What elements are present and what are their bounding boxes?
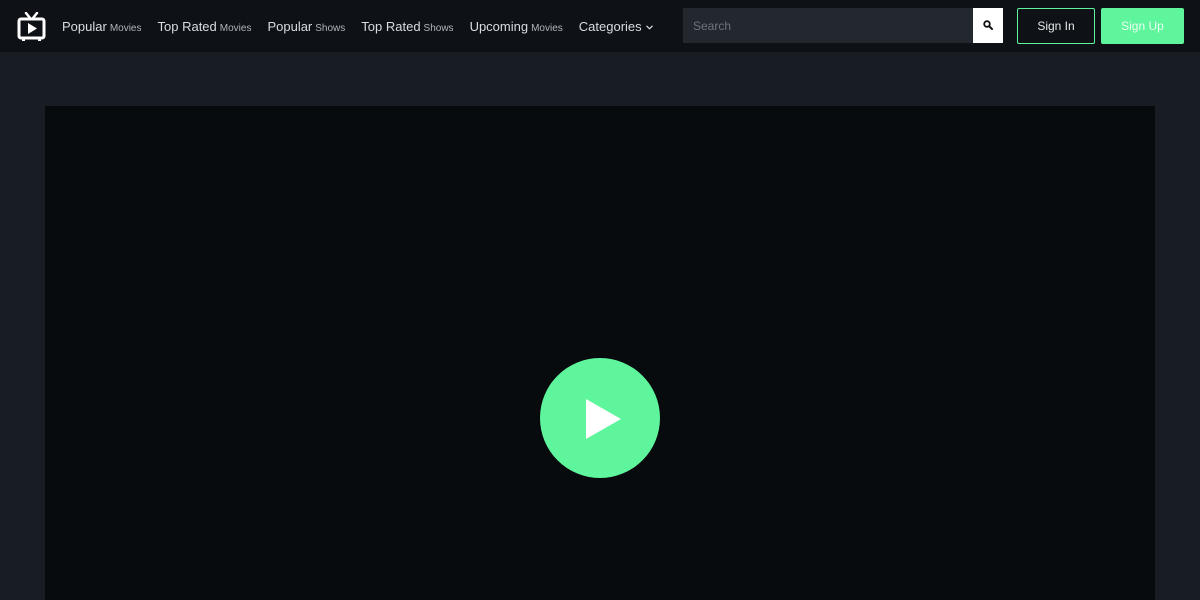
- search-input[interactable]: [683, 8, 973, 43]
- nav-upcoming-movies[interactable]: Upcoming Movies: [470, 19, 563, 34]
- nav-link-sublabel: Shows: [423, 22, 454, 34]
- play-button[interactable]: [540, 358, 660, 478]
- nav-link-label: Top Rated: [361, 18, 421, 34]
- play-icon: [586, 399, 622, 444]
- tv-play-icon[interactable]: [17, 11, 46, 42]
- nav-top-rated-shows[interactable]: Top Rated Shows: [361, 19, 453, 34]
- nav-link-label: Top Rated: [157, 18, 217, 34]
- nav-link-label: Upcoming: [469, 18, 529, 34]
- video-player[interactable]: [45, 106, 1155, 600]
- categories-label: Categories: [578, 18, 642, 34]
- categories-dropdown[interactable]: Categories: [579, 19, 653, 34]
- navbar: Popular Movies Top Rated Movies Popular …: [0, 0, 1200, 52]
- nav-top-rated-movies[interactable]: Top Rated Movies: [158, 19, 252, 34]
- nav-link-label: Popular: [62, 18, 107, 34]
- search-bar: [683, 8, 1003, 43]
- search-icon: [983, 18, 993, 33]
- sign-in-button[interactable]: Sign In: [1017, 8, 1095, 44]
- nav-link-label: Popular: [267, 18, 313, 34]
- search-button[interactable]: [973, 8, 1003, 43]
- nav-link-sublabel: Movies: [109, 22, 142, 34]
- nav-popular-shows[interactable]: Popular Shows: [267, 19, 345, 34]
- nav-link-sublabel: Shows: [315, 22, 346, 34]
- chevron-down-icon: [645, 22, 653, 32]
- nav-popular-movies[interactable]: Popular Movies: [62, 19, 142, 34]
- nav-link-sublabel: Movies: [219, 22, 252, 34]
- nav-links: Popular Movies Top Rated Movies Popular …: [62, 0, 669, 52]
- sign-up-button[interactable]: Sign Up: [1101, 8, 1184, 44]
- nav-link-sublabel: Movies: [531, 22, 563, 34]
